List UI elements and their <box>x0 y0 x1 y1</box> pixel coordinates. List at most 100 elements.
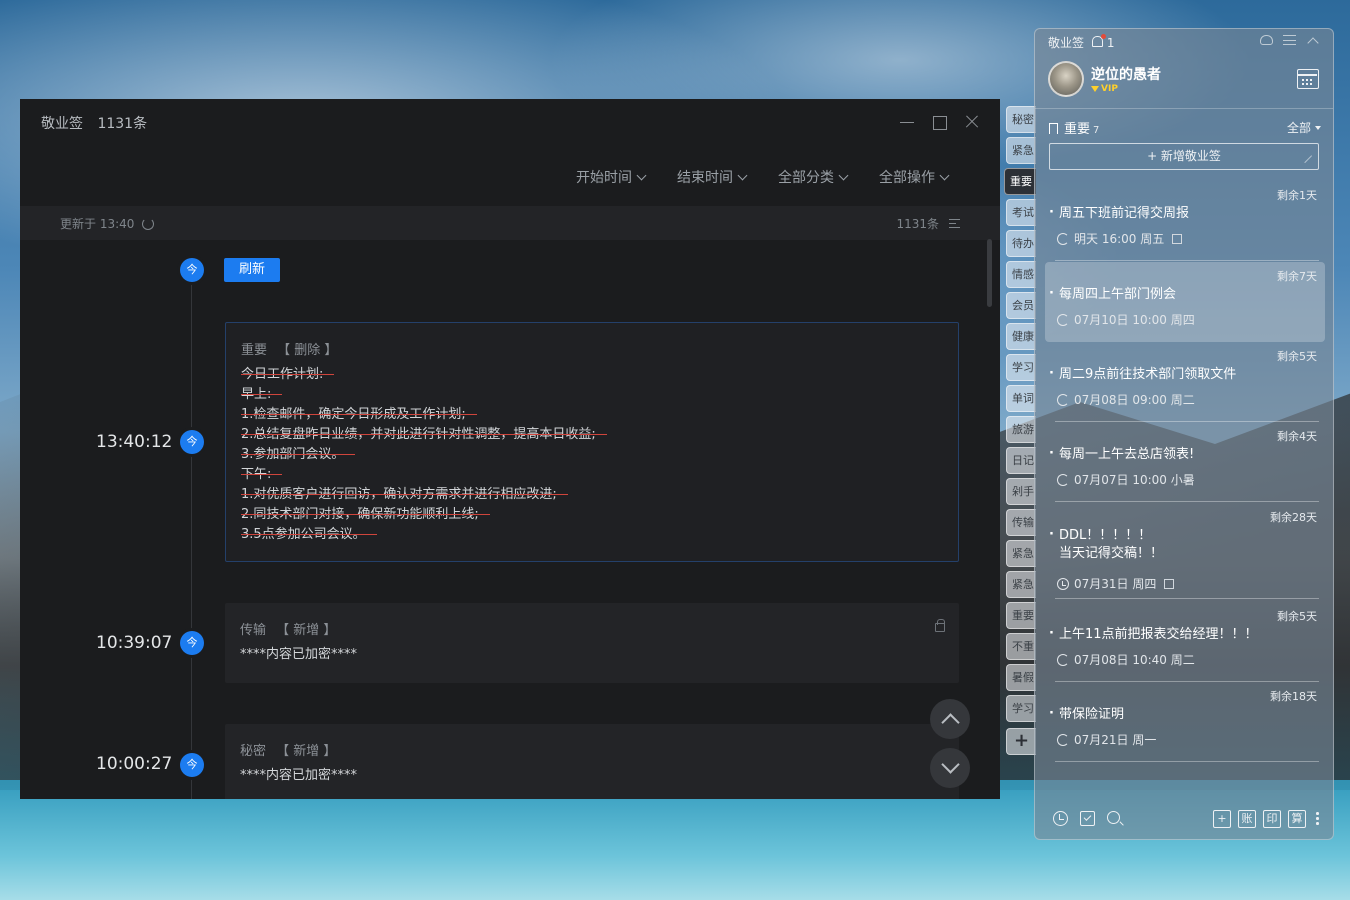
tab-transfer[interactable]: 传输 <box>1006 509 1036 536</box>
add-note-button[interactable]: + 新增敬业签 <box>1049 143 1319 170</box>
today-badge: 今 <box>180 258 204 282</box>
tab-study-2[interactable]: 学习 <box>1006 695 1036 722</box>
deleted-line: 下午: <box>241 467 282 482</box>
reminder-icon[interactable] <box>1053 811 1068 826</box>
window-title: 敬业签 1131条 <box>41 113 147 133</box>
divider <box>1055 501 1319 502</box>
note-item[interactable]: 剩余5天 周二9点前往技术部门领取文件 07月08日 09:00 周二 <box>1045 342 1325 422</box>
card-action: 【 删除 】 <box>277 343 338 358</box>
tab-travel[interactable]: 旅游 <box>1006 416 1036 443</box>
note-item[interactable]: 剩余18天 带保险证明 07月21日 周一 <box>1045 682 1325 762</box>
menu-icon[interactable] <box>1283 35 1296 45</box>
notification[interactable]: 1 <box>1092 33 1114 50</box>
updated-time: 更新于 13:40 <box>60 217 135 231</box>
lock-icon <box>935 619 945 632</box>
ledger-button[interactable]: 账 <box>1238 810 1256 828</box>
print-button[interactable]: 印 <box>1263 810 1281 828</box>
tab-urgent-3[interactable]: 紧急 <box>1006 571 1036 598</box>
filter-category[interactable]: 全部分类 <box>778 167 849 187</box>
maximize-button[interactable] <box>928 111 950 133</box>
add-category-button[interactable]: + <box>1006 728 1036 755</box>
note-item[interactable]: 剩余28天 DDL！！！！！当天记得交稿！！ 07月31日 周四 <box>1045 503 1325 599</box>
sort-icon[interactable] <box>949 219 960 228</box>
filter-end-time[interactable]: 结束时间 <box>677 167 748 187</box>
note-title: 上午11点前把报表交给经理！！！ <box>1049 625 1258 644</box>
repeat-icon <box>1057 653 1069 666</box>
tab-secret[interactable]: 秘密 <box>1006 106 1036 133</box>
tab-todo[interactable]: 待办 <box>1006 230 1036 257</box>
card-action: 【 新增 】 <box>276 623 337 638</box>
history-card[interactable]: 秘密 【 新增 】 ****内容已加密**** <box>225 724 959 799</box>
repeat-icon <box>1057 313 1069 326</box>
user-name[interactable]: 逆位的愚者 <box>1091 64 1161 84</box>
note-meta: 07月10日 10:00 周四 <box>1057 311 1195 328</box>
scrollbar-thumb[interactable] <box>987 239 992 307</box>
note-remaining: 剩余5天 <box>1277 610 1317 623</box>
divider <box>1055 761 1319 762</box>
panel-window-controls <box>1260 35 1319 45</box>
scroll-up-button[interactable] <box>930 699 970 739</box>
repeat-icon <box>1057 473 1069 486</box>
deleted-line: 3.参加部门会议。 <box>241 447 355 462</box>
tab-member[interactable]: 会员 <box>1006 292 1036 319</box>
tab-exam[interactable]: 考试 <box>1006 199 1036 226</box>
caret-down-icon <box>1315 126 1321 130</box>
filter-all-dropdown[interactable]: 全部 <box>1287 119 1321 136</box>
card-header: 重要 【 删除 】 <box>241 339 337 358</box>
note-meta: 07月31日 周四 <box>1057 575 1175 592</box>
collapse-icon[interactable] <box>1306 35 1319 45</box>
deleted-line: 1.检查邮件，确定今日形成及工作计划; <box>241 407 477 422</box>
tab-urgent-2[interactable]: 紧急 <box>1006 540 1036 567</box>
refresh-icon[interactable] <box>142 217 155 230</box>
refresh-button[interactable]: 刷新 <box>224 258 280 282</box>
deleted-line: 2.总结复盘昨日业绩，并对此进行针对性调整，提高本日收益; <box>241 427 607 442</box>
app-name: 敬业签 <box>41 116 83 132</box>
entry-time: 10:00:27 <box>96 754 173 774</box>
repeat-icon <box>1057 733 1069 746</box>
search-icon[interactable] <box>1107 811 1120 824</box>
deleted-line: 早上: <box>241 387 282 402</box>
filter-operation[interactable]: 全部操作 <box>879 167 950 187</box>
tab-emotion[interactable]: 情感 <box>1006 261 1036 288</box>
tab-not-important[interactable]: 不重 <box>1006 633 1036 660</box>
tab-summer[interactable]: 暑假 <box>1006 664 1036 691</box>
vip-badge: VIP <box>1091 84 1118 94</box>
note-remaining: 剩余18天 <box>1270 690 1317 703</box>
history-card[interactable]: 传输 【 新增 】 ****内容已加密**** <box>225 603 959 683</box>
filter-bar: 开始时间 结束时间 全部分类 全部操作 <box>576 167 950 187</box>
tab-study[interactable]: 学习 <box>1006 354 1036 381</box>
category-count: 7 <box>1093 125 1100 136</box>
record-count: 1131条 <box>97 116 148 132</box>
tab-shopping[interactable]: 剁手 <box>1006 478 1036 505</box>
tab-diary[interactable]: 日记 <box>1006 447 1036 474</box>
filter-start-time[interactable]: 开始时间 <box>576 167 647 187</box>
tab-important-2[interactable]: 重要 <box>1006 602 1036 629</box>
card-header: 传输 【 新增 】 <box>240 619 336 638</box>
chevron-down-icon <box>636 170 647 180</box>
scroll-down-button[interactable] <box>930 748 970 788</box>
history-card[interactable]: 重要 【 删除 】 今日工作计划: 早上: 1.检查邮件，确定今日形成及工作计划… <box>225 322 959 562</box>
note-item[interactable]: 剩余1天 周五下班前记得交周报 明天 16:00 周五 <box>1045 181 1325 261</box>
cloud-sync-icon[interactable] <box>1260 35 1273 45</box>
note-title: 带保险证明 <box>1049 705 1124 724</box>
note-item[interactable]: 剩余7天 每周四上午部门例会 07月10日 10:00 周四 <box>1045 262 1325 342</box>
deleted-line: 2.同技术部门对接，确保新功能顺利上线; <box>241 507 490 522</box>
note-item[interactable]: 剩余4天 每周一上午去总店领表! 07月07日 10:00 小暑 <box>1045 422 1325 502</box>
close-button[interactable] <box>961 111 983 133</box>
tab-health[interactable]: 健康 <box>1006 323 1036 350</box>
avatar[interactable] <box>1048 61 1084 97</box>
calculator-button[interactable]: 算 <box>1288 810 1306 828</box>
minimize-button[interactable] <box>896 111 918 133</box>
tab-important[interactable]: 重要 <box>1004 168 1036 195</box>
calendar-icon[interactable] <box>1297 69 1319 89</box>
tab-words[interactable]: 单词 <box>1006 385 1036 412</box>
note-item[interactable]: 剩余5天 上午11点前把报表交给经理！！！ 07月08日 10:40 周二 <box>1045 602 1325 682</box>
tab-urgent[interactable]: 紧急 <box>1006 137 1036 164</box>
add-button[interactable]: + <box>1213 810 1231 828</box>
note-title: 每周四上午部门例会 <box>1049 285 1176 304</box>
completed-icon[interactable] <box>1080 811 1095 826</box>
card-action: 【 新增 】 <box>276 744 337 759</box>
more-icon[interactable] <box>1316 811 1319 827</box>
divider <box>1035 108 1333 109</box>
today-badge: 今 <box>180 430 204 454</box>
